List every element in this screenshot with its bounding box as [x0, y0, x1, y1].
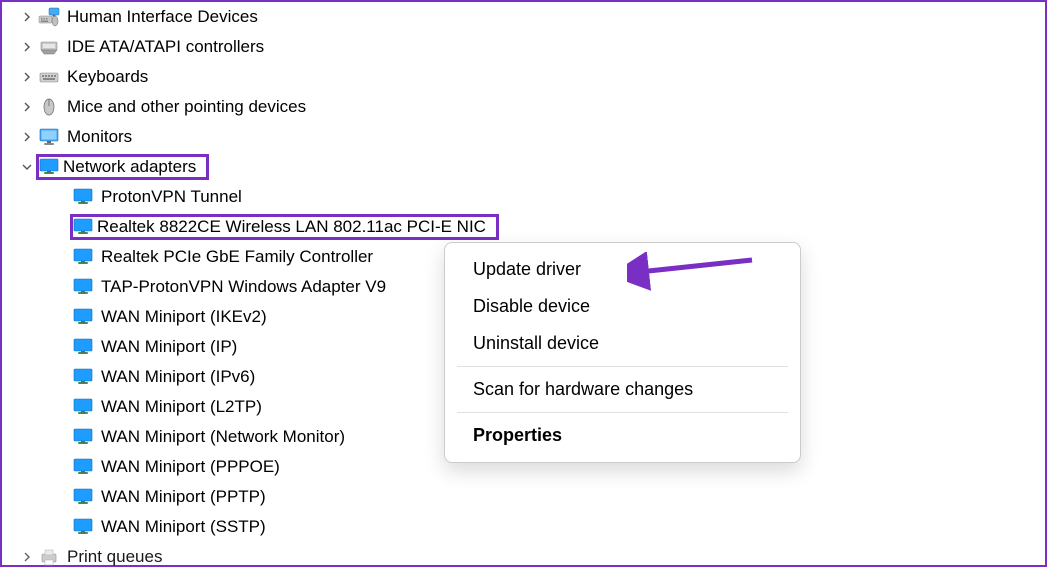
chevron-down-icon[interactable] [20, 162, 34, 172]
category-label: Keyboards [64, 67, 151, 87]
adapter-label: WAN Miniport (PPPOE) [98, 457, 283, 477]
category-hid[interactable]: Human Interface Devices [20, 2, 1045, 32]
network-adapter-icon [72, 186, 94, 208]
network-adapter-icon [72, 516, 94, 538]
category-label: Monitors [64, 127, 135, 147]
menu-scan-hardware[interactable]: Scan for hardware changes [445, 371, 800, 408]
adapter-label: Realtek PCIe GbE Family Controller [98, 247, 376, 267]
menu-separator [457, 366, 788, 367]
network-adapter-icon [72, 246, 94, 268]
menu-uninstall-device[interactable]: Uninstall device [445, 325, 800, 362]
adapter-item[interactable]: WAN Miniport (SSTP) [20, 512, 1045, 542]
category-print-queues[interactable]: Print queues [20, 542, 1045, 572]
adapter-label: WAN Miniport (IP) [98, 337, 240, 357]
adapter-item[interactable]: WAN Miniport (PPTP) [20, 482, 1045, 512]
mouse-icon [38, 96, 60, 118]
network-adapter-icon [72, 276, 94, 298]
network-adapter-icon [72, 456, 94, 478]
category-label: Network adapters [60, 157, 199, 177]
adapter-label: WAN Miniport (L2TP) [98, 397, 265, 417]
chevron-right-icon[interactable] [20, 72, 34, 82]
adapter-label: ProtonVPN Tunnel [98, 187, 245, 207]
menu-update-driver[interactable]: Update driver [445, 251, 800, 288]
chevron-right-icon[interactable] [20, 12, 34, 22]
keyboard-icon [38, 66, 60, 88]
category-mice[interactable]: Mice and other pointing devices [20, 92, 1045, 122]
chevron-right-icon[interactable] [20, 132, 34, 142]
monitor-icon [38, 126, 60, 148]
context-menu: Update driver Disable device Uninstall d… [444, 242, 801, 463]
adapter-label: WAN Miniport (PPTP) [98, 487, 269, 507]
chevron-right-icon[interactable] [20, 552, 34, 562]
network-adapter-icon [72, 486, 94, 508]
category-label: Human Interface Devices [64, 7, 261, 27]
chevron-right-icon[interactable] [20, 42, 34, 52]
adapter-label: WAN Miniport (Network Monitor) [98, 427, 348, 447]
adapter-label: WAN Miniport (IPv6) [98, 367, 258, 387]
adapter-item-selected[interactable]: Realtek 8822CE Wireless LAN 802.11ac PCI… [20, 212, 1045, 242]
network-adapter-icon [72, 336, 94, 358]
network-adapter-icon [72, 396, 94, 418]
category-ide[interactable]: IDE ATA/ATAPI controllers [20, 32, 1045, 62]
network-adapter-icon [72, 426, 94, 448]
category-label: IDE ATA/ATAPI controllers [64, 37, 267, 57]
adapter-label: WAN Miniport (IKEv2) [98, 307, 270, 327]
network-adapter-icon [72, 216, 94, 238]
printer-icon [38, 546, 60, 568]
adapter-label: TAP-ProtonVPN Windows Adapter V9 [98, 277, 389, 297]
adapter-label: WAN Miniport (SSTP) [98, 517, 269, 537]
ide-icon [38, 36, 60, 58]
category-network-adapters[interactable]: Network adapters [20, 152, 1045, 182]
category-label: Print queues [64, 547, 165, 567]
hid-icon [38, 6, 60, 28]
category-label: Mice and other pointing devices [64, 97, 309, 117]
menu-separator [457, 412, 788, 413]
adapter-item[interactable]: ProtonVPN Tunnel [20, 182, 1045, 212]
menu-properties[interactable]: Properties [445, 417, 800, 454]
category-monitors[interactable]: Monitors [20, 122, 1045, 152]
network-adapter-icon [38, 156, 60, 178]
menu-disable-device[interactable]: Disable device [445, 288, 800, 325]
network-adapter-icon [72, 306, 94, 328]
adapter-label: Realtek 8822CE Wireless LAN 802.11ac PCI… [94, 217, 489, 237]
network-adapter-icon [72, 366, 94, 388]
chevron-right-icon[interactable] [20, 102, 34, 112]
category-keyboards[interactable]: Keyboards [20, 62, 1045, 92]
